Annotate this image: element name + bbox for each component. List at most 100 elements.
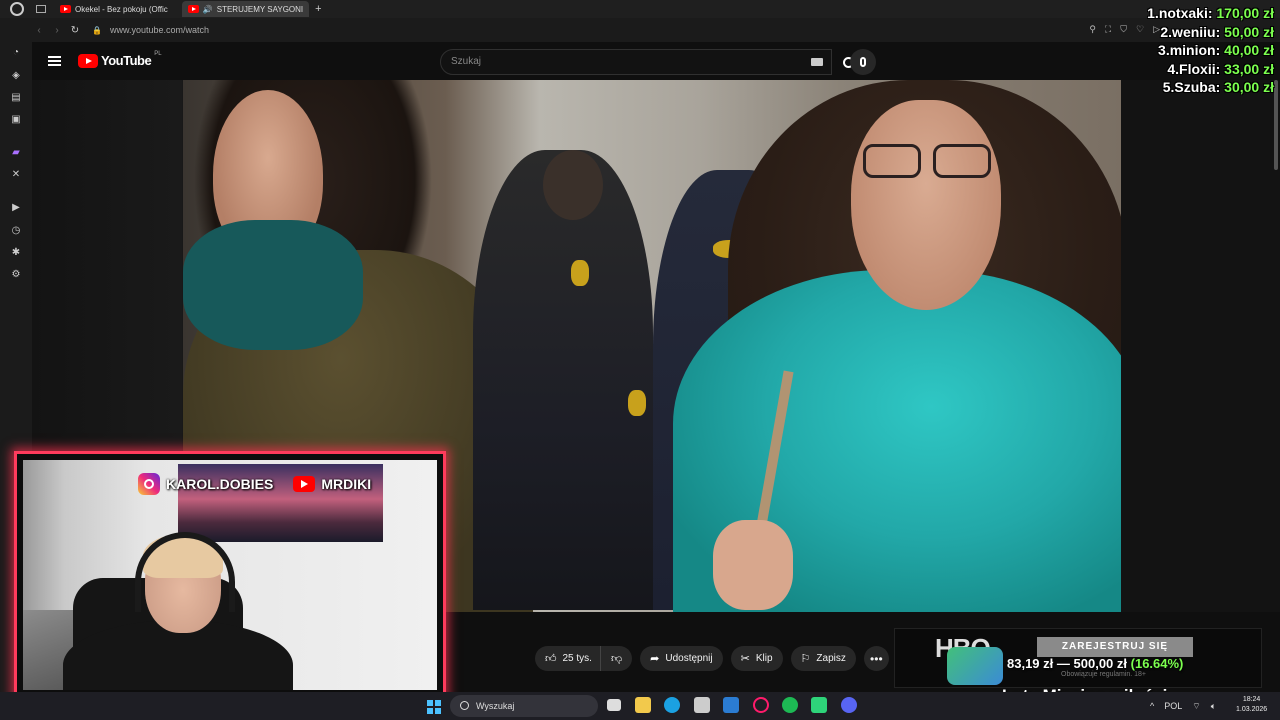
donation-amount: 30,00 zł <box>1224 79 1274 95</box>
more-actions-button[interactable]: ••• <box>863 646 889 671</box>
volume-icon[interactable]: 🔈︎ <box>1211 701 1216 712</box>
scissors-icon: ✂ <box>740 653 750 665</box>
ai-assistant-icon[interactable]: ◔ <box>9 46 23 60</box>
store-icon[interactable] <box>694 697 710 713</box>
taskbar-clock[interactable]: 18:24 1.03.2026 <box>1236 695 1267 715</box>
opera-gx-icon[interactable] <box>753 697 769 713</box>
donation-amount: 40,00 zł <box>1224 42 1274 58</box>
more-icon: ••• <box>870 651 883 666</box>
donation-amount: 50,00 zł <box>1224 23 1274 40</box>
extensions-icon[interactable]: ✱ <box>9 246 23 260</box>
video-scene-face <box>851 100 1001 310</box>
discord-icon[interactable] <box>841 697 857 713</box>
back-icon[interactable]: ‹ <box>30 25 48 36</box>
mail-icon[interactable] <box>723 697 739 713</box>
settings-icon[interactable]: ⚙ <box>9 268 23 282</box>
share-label: Udostępnij <box>665 653 713 664</box>
spotify-icon[interactable] <box>782 697 798 713</box>
thumbs-down-icon: 👎︎ <box>610 653 623 665</box>
video-actions: 👍︎ 25 tys. 👎︎ ➦ Udostępnij ✂ Klip ⚐ Zapi… <box>535 646 889 671</box>
speaker-icon[interactable]: 🔊 <box>203 5 213 14</box>
video-scene-ribbon <box>628 390 646 416</box>
task-view-icon[interactable] <box>607 699 621 711</box>
tab-title: Okekel - Bez pokoju (Offic <box>75 4 168 14</box>
region-code: PL <box>154 51 162 57</box>
whatsapp-icon[interactable] <box>811 697 827 713</box>
clip-label: Klip <box>755 653 773 664</box>
tab-overview-icon[interactable] <box>36 5 46 13</box>
twitch-icon[interactable]: ▰ <box>9 146 23 160</box>
network-icon[interactable]: ⌔ <box>1192 701 1200 712</box>
x-icon[interactable]: ✕ <box>9 168 23 182</box>
keyboard-icon[interactable] <box>811 58 823 66</box>
file-explorer-icon[interactable] <box>635 697 651 713</box>
clip-button[interactable]: ✂ Klip <box>730 646 783 671</box>
opera-logo-icon[interactable] <box>10 2 24 16</box>
system-tray: ^ POL ⌔ 🔈︎ <box>1150 701 1216 712</box>
donation-leaderboard: 1.notxaki: 170,00 zł 2.weniiu: 50,00 zł … <box>1094 4 1274 97</box>
ad-fine-print: Obowiązuje regulamin. 18+ <box>1061 671 1147 678</box>
video-scene-glasses <box>863 144 993 180</box>
edge-icon[interactable] <box>664 697 680 713</box>
windows-taskbar: Wyszukaj ^ POL ⌔ 🔈︎ 18:24 1.03.2026 <box>0 692 1280 720</box>
share-button[interactable]: ➦ Udostępnij <box>640 646 723 671</box>
tray-overflow-icon[interactable]: ^ <box>1150 701 1154 712</box>
voice-search-button[interactable] <box>850 49 876 75</box>
tab-title: STERUJEMY SAYGONI <box>216 4 304 14</box>
ad-banner[interactable]: HBO ZAREJESTRUJ SIĘ Obowiązuje regulamin… <box>894 628 1262 688</box>
goal-target: 500,00 zł <box>1073 656 1128 671</box>
clock-time: 18:24 <box>1242 696 1261 703</box>
shopping-icon[interactable]: ◈ <box>9 69 23 83</box>
reload-icon[interactable]: ↻ <box>66 25 84 36</box>
donation-amount: 170,00 zł <box>1216 5 1274 21</box>
clock-date: 1.03.2026 <box>1236 706 1268 713</box>
donor-name: 1.notxaki: <box>1147 5 1213 21</box>
video-scene-ribbon <box>571 260 589 286</box>
language-indicator[interactable]: POL <box>1164 701 1182 712</box>
video-scene-head <box>543 150 603 220</box>
history-icon[interactable]: ◷ <box>9 224 23 238</box>
leaderboard-row: 2.weniiu: 50,00 zł <box>1094 23 1274 42</box>
search-placeholder: Szukaj <box>451 56 482 67</box>
new-tab-button[interactable]: + <box>315 3 321 15</box>
wallet-icon[interactable]: ▤ <box>9 91 23 105</box>
browser-tab-strip: Okekel - Bez pokoju (Offic 🔊 STERUJEMY S… <box>0 0 1280 18</box>
social-handles: KAROL.DOBIES MRDIKI <box>138 473 371 495</box>
lock-icon[interactable]: 🔒 <box>92 26 102 35</box>
donation-goal: 83,19 zł — 500,00 zł (16.64%) <box>1007 656 1184 671</box>
windows-start-icon[interactable] <box>427 700 441 714</box>
taskbar-search[interactable]: Wyszukaj <box>450 695 598 717</box>
menu-icon[interactable] <box>48 56 61 66</box>
youtube-logo[interactable]: YouTube PL <box>78 51 162 68</box>
leaderboard-row: 3.minion: 40,00 zł <box>1094 41 1274 60</box>
save-button[interactable]: ⚐ Zapisz <box>790 646 856 671</box>
messenger-icon[interactable]: ▣ <box>9 113 23 127</box>
share-icon: ➦ <box>650 653 660 665</box>
tab-okekel[interactable]: Okekel - Bez pokoju (Offic <box>54 1 174 17</box>
tab-sterujemy[interactable]: 🔊 STERUJEMY SAYGONI <box>181 1 310 17</box>
video-scene-hand <box>713 520 793 610</box>
video-scene-person <box>473 150 653 610</box>
bookmark-icon: ⚐ <box>800 653 811 665</box>
youtube-header: YouTube PL Szukaj <box>32 42 1280 80</box>
forward-icon[interactable]: › <box>48 25 66 36</box>
leaderboard-row: 1.notxaki: 170,00 zł <box>1094 4 1274 23</box>
dislike-button[interactable]: 👎︎ <box>599 646 633 671</box>
like-button[interactable]: 👍︎ 25 tys. <box>535 646 600 671</box>
url-field[interactable]: www.youtube.com/watch <box>110 25 209 35</box>
youtube-favicon-icon <box>187 5 199 13</box>
instagram-icon <box>138 473 160 495</box>
page-scrollbar[interactable] <box>1274 80 1278 170</box>
register-button[interactable]: ZAREJESTRUJ SIĘ <box>1037 637 1193 657</box>
search-input[interactable]: Szukaj <box>440 49 832 75</box>
save-label: Zapisz <box>816 653 846 664</box>
player-icon[interactable]: ▶ <box>9 201 23 215</box>
address-bar: ‹ › ↻ 🔒 www.youtube.com/watch ⚲ ⛶ ⛉ ♡ ▷ <box>0 18 1280 42</box>
youtube-handle: MRDIKI <box>321 476 372 492</box>
like-count: 25 tys. <box>562 653 592 664</box>
youtube-wordmark: YouTube <box>101 53 152 68</box>
goal-current: 83,19 zł <box>1007 656 1054 671</box>
donor-name: 3.minion: <box>1158 42 1221 58</box>
instagram-handle: KAROL.DOBIES <box>166 476 274 492</box>
youtube-play-icon <box>78 53 98 68</box>
